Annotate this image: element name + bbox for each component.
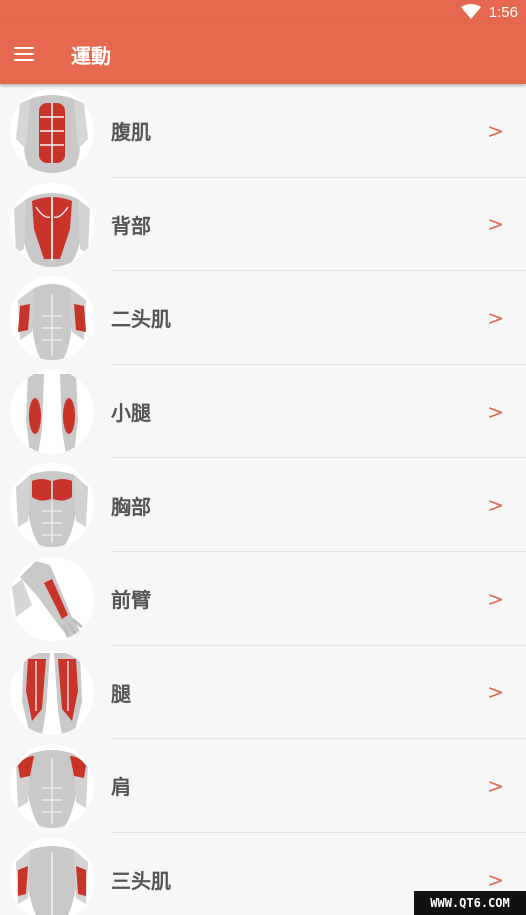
list-item-label: 小腿 — [111, 401, 151, 426]
list-item-forearm[interactable]: 前臂 > — [0, 552, 526, 646]
list-item-back[interactable]: 背部 > — [0, 178, 526, 272]
exercise-list: 腹肌 > 背部 > 二头肌 > 小腿 > 胸部 > 前臂 > 腿 > 肩 > 三… — [0, 84, 526, 915]
shoulders-muscle-icon — [10, 744, 94, 829]
list-item-shoulders[interactable]: 肩 > — [0, 739, 526, 833]
list-item-chest[interactable]: 胸部 > — [0, 458, 526, 552]
chevron-right-icon: > — [487, 399, 504, 424]
chevron-right-icon: > — [487, 118, 504, 143]
wifi-icon — [460, 4, 481, 19]
list-item-label: 腹肌 — [111, 120, 151, 145]
chevron-right-icon: > — [487, 773, 504, 798]
back-muscle-icon — [10, 182, 94, 267]
list-item-label: 二头肌 — [111, 307, 171, 332]
list-item-label: 腿 — [111, 681, 131, 706]
list-item-label: 肩 — [111, 775, 131, 800]
list-item-label: 背部 — [111, 213, 151, 238]
chevron-right-icon: > — [487, 212, 504, 237]
legs-muscle-icon — [10, 650, 94, 735]
list-item-calves[interactable]: 小腿 > — [0, 365, 526, 459]
biceps-muscle-icon — [10, 276, 94, 361]
chevron-right-icon: > — [487, 586, 504, 611]
status-time: 1:56 — [488, 3, 518, 21]
chevron-right-icon: > — [487, 680, 504, 705]
status-bar: 1:56 — [0, 0, 526, 24]
chevron-right-icon: > — [487, 305, 504, 330]
calves-muscle-icon — [10, 369, 94, 454]
chevron-right-icon: > — [487, 493, 504, 518]
list-item-legs[interactable]: 腿 > — [0, 646, 526, 740]
triceps-muscle-icon — [10, 837, 94, 915]
list-item-label: 胸部 — [111, 494, 151, 519]
watermark: WWW.QT6.COM — [414, 891, 526, 915]
abs-muscle-icon — [10, 89, 94, 173]
list-item-label: 三头肌 — [111, 869, 171, 894]
hamburger-menu-icon[interactable] — [12, 42, 36, 66]
list-item-abs[interactable]: 腹肌 > — [0, 84, 526, 178]
list-item-label: 前臂 — [111, 588, 151, 613]
list-item-biceps[interactable]: 二头肌 > — [0, 271, 526, 365]
forearm-muscle-icon — [10, 556, 94, 641]
app-bar: 運動 — [0, 24, 526, 84]
chest-muscle-icon — [10, 463, 94, 548]
page-title: 運動 — [71, 43, 111, 68]
